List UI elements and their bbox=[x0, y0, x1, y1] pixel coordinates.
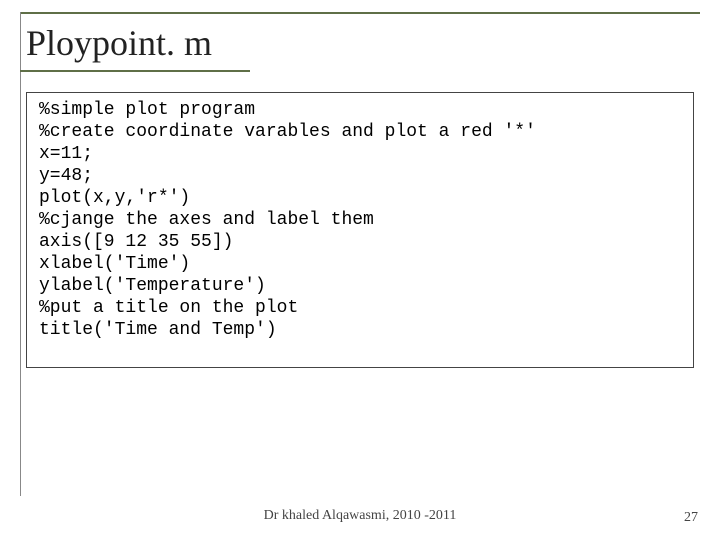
code-line: axis([9 12 35 55]) bbox=[39, 232, 233, 252]
title-underline bbox=[20, 70, 250, 72]
slide-title: Ploypoint. m bbox=[26, 22, 212, 64]
code-line: %cjange the axes and label them bbox=[39, 210, 374, 230]
code-line: %simple plot program bbox=[39, 100, 255, 120]
left-rule bbox=[20, 12, 21, 496]
code-line: xlabel('Time') bbox=[39, 254, 190, 274]
code-line: %create coordinate varables and plot a r… bbox=[39, 122, 536, 142]
top-rule bbox=[20, 12, 700, 14]
code-line: %put a title on the plot bbox=[39, 298, 298, 318]
code-line: ylabel('Temperature') bbox=[39, 276, 266, 296]
code-line: y=48; bbox=[39, 166, 93, 186]
code-line: title('Time and Temp') bbox=[39, 320, 277, 340]
slide: Ploypoint. m %simple plot program %creat… bbox=[0, 0, 720, 540]
code-block: %simple plot program %create coordinate … bbox=[26, 92, 694, 368]
page-number: 27 bbox=[684, 510, 698, 526]
footer-text: Dr khaled Alqawasmi, 2010 -2011 bbox=[0, 508, 720, 524]
code-line: x=11; bbox=[39, 144, 93, 164]
code-line: plot(x,y,'r*') bbox=[39, 188, 190, 208]
